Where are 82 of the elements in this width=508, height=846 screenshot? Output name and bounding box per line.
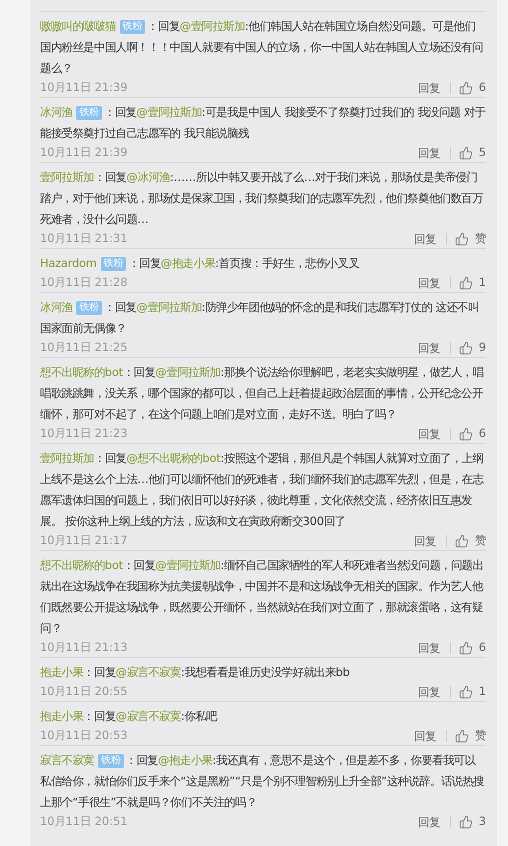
mention-link[interactable]: @壹阿拉斯加: [155, 558, 220, 572]
author-link[interactable]: 壹阿拉斯加: [40, 170, 94, 184]
comment-text: Hazardom 铁粉 ：回复@抱走小果:首页搜：手好生，悲伤小叉叉: [40, 255, 360, 273]
comment-time: 10月11日 21:39: [40, 144, 128, 161]
like-button[interactable]: 1: [458, 274, 486, 291]
fan-badge: 铁粉: [100, 257, 126, 271]
author-link[interactable]: 冰河渔: [40, 300, 72, 314]
fan-badge: 铁粉: [76, 301, 102, 315]
comment-text: 嗷嗷叫的啵啵猫 铁粉 ：回复@壹阿拉斯加:他们韩国人站在韩国立场自然没问题。可是他们国内粉丝是中国人啊！！！中国人就要有中国人的立场，你一中国人站在韩国人立场还没有问题么？: [40, 18, 484, 77]
author-link[interactable]: 嗷嗷叫的啵啵猫: [40, 19, 116, 33]
author-link[interactable]: 寂言不寂寞: [40, 753, 94, 767]
thumbs-up-icon: [458, 340, 473, 354]
like-button[interactable]: 6: [458, 639, 486, 656]
author-link[interactable]: 想不出昵称的bot: [40, 558, 123, 572]
mention-link[interactable]: @抱走小果: [158, 753, 212, 767]
comment-text: 抱走小果：回复@寂言不寂寞:我想看看是谁历史没学好就出来bb: [40, 664, 351, 681]
author-link[interactable]: 抱走小果: [40, 709, 84, 723]
comment-time: 10月11日 21:13: [40, 639, 128, 656]
comment-time: 10月11日 21:28: [40, 274, 128, 291]
like-button[interactable]: 赞: [455, 727, 486, 744]
thumbs-up-icon: [458, 80, 473, 94]
reply-button[interactable]: 回复: [418, 276, 451, 288]
comment-text: 冰河渔 铁粉 ：回复@壹阿拉斯加:防弹少年团他妈的怀念的是和我们志愿军打仗的 这还不叫国家面前无偶像？: [40, 299, 480, 337]
thumbs-up-icon: [455, 232, 469, 246]
thumbs-up-icon: [458, 684, 473, 698]
reply-button[interactable]: 回复: [414, 232, 447, 244]
comment-time: 10月11日 21:17: [40, 532, 128, 549]
reply-button[interactable]: 回复: [414, 534, 447, 546]
comment-text: 抱走小果：回复@寂言不寂寞:你私吧: [40, 708, 218, 725]
thumbs-up-icon: [458, 814, 473, 828]
thumbs-up-icon: [455, 534, 469, 548]
author-link[interactable]: 抱走小果: [40, 665, 84, 679]
reply-button[interactable]: 回复: [418, 642, 451, 654]
reply-button[interactable]: 回复: [418, 82, 451, 94]
thumbs-up-icon: [458, 276, 473, 290]
like-button[interactable]: 9: [458, 339, 486, 356]
thumbs-up-icon: [458, 146, 473, 160]
author-link[interactable]: Hazardom: [40, 256, 97, 270]
comment-text: 壹阿拉斯加：回复@想不出昵称的bot:按照这个逻辑，那但凡是个韩国人就算对立面了，上纲上线不是这么个上法…他们可以缅怀他们的死难者，我们缅怀我们的志愿军先烈，但是，在志愿军遗体归国的问题上，我们依旧可以好好谈，彼此尊重，文化依然交流，经济依旧互惠发展。 按你这种上纲上线的方法，应该和文在寅政府断交300回了: [40, 450, 485, 530]
author-link[interactable]: 想不出昵称的bot: [40, 365, 123, 379]
thumbs-up-icon: [458, 640, 473, 654]
comment-text: 想不出昵称的bot：回复@壹阿拉斯加:那换个说法给你理解吧，老老实实做明星，做艺人，唱唱歌跳跳舞，没关系，哪个国家的都可以，但自己上赶着提起政治层面的事情，公开纪念公开缅怀，那可对不起了，在这个问题上咱们是对立面，走好不送。明白了吗？: [40, 364, 484, 423]
mention-link[interactable]: @壹阿拉斯加: [136, 300, 202, 314]
mention-link[interactable]: @壹阿拉斯加: [136, 105, 202, 119]
fan-badge: 铁粉: [120, 20, 146, 34]
like-button[interactable]: 6: [458, 79, 486, 96]
author-link[interactable]: 冰河渔: [40, 105, 72, 119]
mention-link[interactable]: @抱走小果: [160, 256, 216, 270]
comment-text: 冰河渔 铁粉 ：回复@壹阿拉斯加:可是我是中国人 我接受不了祭奠打过我们的 我没问题 对于能接受祭奠打过自己志愿军的 我只能说脑残: [40, 104, 486, 142]
like-button[interactable]: 3: [458, 813, 486, 830]
comment-time: 10月11日 20:55: [40, 683, 128, 700]
like-button[interactable]: 1: [458, 683, 486, 700]
mention-link[interactable]: @寂言不寂寞: [116, 665, 181, 679]
like-button[interactable]: 6: [458, 425, 486, 442]
like-button[interactable]: 赞: [455, 532, 486, 549]
comment-text: 想不出昵称的bot：回复@壹阿拉斯加:缅怀自己国家牺牲的军人和死难者当然没问题，问题出就出在这场战争在我国称为抗美援朝战争，中国并不是和这场战争无相关的国家。作为艺人他们既然要公开提这场战争，既然要公开缅怀，当然就站在我们对立面了，那就滚蛋咯，这有疑问？: [40, 557, 484, 637]
comment-text: 壹阿拉斯加：回复@冰河渔:……所以中韩又要开战了么…对于我们来说，那场仗是美帝侵门踏户，对于他们来说，那场仗是保家卫国，我们祭奠我们的志愿军先烈，他们祭奠他们数百万死难者，没什么问题…: [40, 169, 484, 228]
mention-link[interactable]: @冰河渔: [126, 170, 170, 184]
fan-badge: 铁粉: [76, 106, 102, 120]
mention-link[interactable]: @寂言不寂寞: [116, 709, 181, 723]
thumbs-up-icon: [455, 728, 469, 742]
mention-link[interactable]: @想不出昵称的bot: [126, 451, 220, 465]
like-button[interactable]: 赞: [455, 230, 486, 247]
author-link[interactable]: 壹阿拉斯加: [40, 451, 94, 465]
comment-text: 寂言不寂寞 铁粉 ：回复@抱走小果:我还真有，意思不是这个，但是差不多，你要看我可以私信给你，就怕你们反手来个“这是黑粉”“只是个别不理智粉别上升全部”这种说辞。话说热搜上那个“手很生”不就是吗？你们不关注的吗？: [40, 752, 486, 811]
mention-link[interactable]: @壹阿拉斯加: [180, 19, 245, 33]
reply-button[interactable]: 回复: [418, 816, 451, 828]
like-button[interactable]: 5: [458, 144, 486, 161]
reply-button[interactable]: 回复: [418, 686, 451, 698]
mention-link[interactable]: @壹阿拉斯加: [155, 365, 220, 379]
reply-button[interactable]: 回复: [418, 428, 451, 440]
thumbs-up-icon: [458, 426, 473, 440]
comment-time: 10月11日 20:51: [40, 813, 128, 830]
comment-time: 10月11日 20:53: [40, 727, 128, 744]
comment-time: 10月11日 21:31: [40, 230, 128, 247]
comment-time: 10月11日 21:23: [40, 425, 128, 442]
fan-badge: 铁粉: [98, 754, 124, 768]
reply-button[interactable]: 回复: [418, 146, 451, 158]
comment-time: 10月11日 21:25: [40, 339, 128, 356]
comment-time: 10月11日 21:39: [40, 79, 128, 96]
reply-button[interactable]: 回复: [418, 342, 451, 354]
reply-button[interactable]: 回复: [414, 730, 447, 742]
